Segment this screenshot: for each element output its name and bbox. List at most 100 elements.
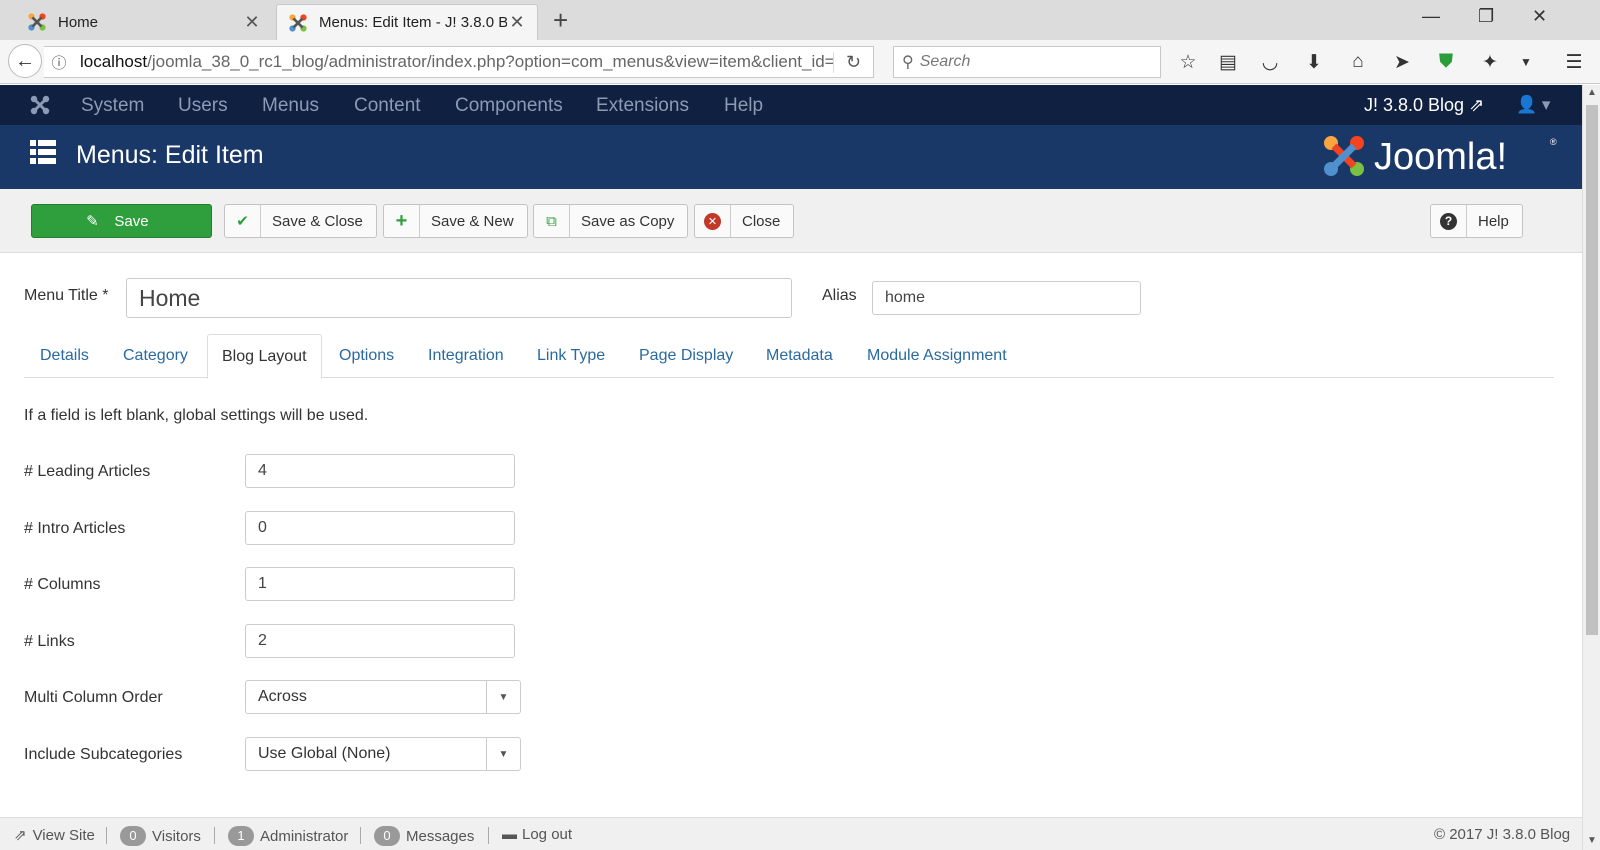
status-divider xyxy=(214,827,215,844)
menu-system[interactable]: System xyxy=(81,95,144,117)
administrator-label: Administrator xyxy=(260,827,349,845)
help-button[interactable]: ? Help xyxy=(1430,204,1523,238)
menu-components[interactable]: Components xyxy=(455,95,563,117)
chevron-down-icon: ▾ xyxy=(1541,95,1551,114)
tab-details[interactable]: Details xyxy=(26,334,103,378)
alias-label: Alias xyxy=(822,287,857,304)
dropdown-icon[interactable]: ▼ xyxy=(1512,48,1540,76)
scrollbar-thumb[interactable] xyxy=(1586,105,1598,635)
status-divider xyxy=(360,827,361,844)
browser-tab-home[interactable]: Home ✕ xyxy=(16,4,272,40)
status-divider xyxy=(106,827,107,844)
save-new-button[interactable]: + Save & New xyxy=(383,204,528,238)
back-button[interactable]: ← xyxy=(8,44,42,78)
status-divider xyxy=(488,827,489,844)
site-info-icon[interactable]: ⓘ xyxy=(44,52,74,73)
tab-category[interactable]: Category xyxy=(109,334,202,378)
address-bar[interactable]: ⓘ localhost/joomla_38_0_rc1_blog/adminis… xyxy=(44,46,874,78)
page-scrollbar[interactable]: ▲ ▼ xyxy=(1582,85,1600,850)
browser-search-input[interactable] xyxy=(919,53,1140,71)
user-menu[interactable]: 👤 ▾ xyxy=(1516,95,1550,115)
hamburger-menu-icon[interactable]: ☰ xyxy=(1560,48,1588,76)
download-icon[interactable]: ⬇ xyxy=(1300,48,1328,76)
leading-articles-input[interactable] xyxy=(245,454,515,488)
question-circle-icon: ? xyxy=(1431,205,1467,237)
star-icon[interactable]: ☆ xyxy=(1174,48,1202,76)
scroll-up-icon[interactable]: ▲ xyxy=(1587,87,1597,98)
reload-icon[interactable]: ↻ xyxy=(833,51,873,73)
plus-icon: + xyxy=(384,205,420,237)
new-tab-button[interactable]: + xyxy=(553,6,568,34)
menu-extensions[interactable]: Extensions xyxy=(596,95,689,117)
messages-status[interactable]: 0 Messages xyxy=(374,826,474,846)
intro-articles-input[interactable] xyxy=(245,511,515,545)
home-icon[interactable]: ⌂ xyxy=(1344,48,1372,76)
admin-top-menu: System Users Menus Content Components Ex… xyxy=(0,85,1582,125)
visitors-count-badge: 0 xyxy=(120,826,146,846)
back-arrow-icon: ← xyxy=(15,49,35,72)
send-icon[interactable]: ➤ xyxy=(1388,48,1416,76)
page-header: Menus: Edit Item Joomla! ® xyxy=(0,125,1582,189)
extension-icon[interactable]: ✦ xyxy=(1476,48,1504,76)
multi-column-order-select[interactable]: Across ▼ xyxy=(245,680,521,714)
tab-options[interactable]: Options xyxy=(325,334,408,378)
alias-input[interactable] xyxy=(872,281,1141,315)
tab-link-type[interactable]: Link Type xyxy=(523,334,619,378)
scroll-down-icon[interactable]: ▼ xyxy=(1587,835,1597,846)
close-tab-icon[interactable]: ✕ xyxy=(507,12,527,33)
joomla-logo-icon[interactable] xyxy=(28,93,52,117)
save-button[interactable]: ✎ Save xyxy=(31,204,212,238)
leading-articles-label: # Leading Articles xyxy=(24,463,151,480)
menu-title-input[interactable] xyxy=(126,278,792,318)
restore-window-button[interactable]: ❐ xyxy=(1478,6,1494,27)
menu-menus[interactable]: Menus xyxy=(262,95,319,117)
copy-icon: ⧉ xyxy=(534,205,570,237)
menu-help[interactable]: Help xyxy=(724,95,763,117)
messages-label: Messages xyxy=(406,827,475,845)
save-copy-label: Save as Copy xyxy=(581,212,675,230)
tab-blog-layout[interactable]: Blog Layout xyxy=(207,334,322,379)
edit-icon: ✎ xyxy=(86,213,99,230)
save-close-button[interactable]: ✔ Save & Close xyxy=(224,204,377,238)
tab-page-display[interactable]: Page Display xyxy=(625,334,747,378)
tab-module-assignment[interactable]: Module Assignment xyxy=(853,334,1021,378)
messages-count-badge: 0 xyxy=(374,826,400,846)
include-subcategories-label: Include Subcategories xyxy=(24,746,183,763)
form-tabs: Details Category Blog Layout Options Int… xyxy=(24,334,1554,379)
minimize-window-button[interactable]: — xyxy=(1422,6,1440,27)
save-as-copy-button[interactable]: ⧉ Save as Copy xyxy=(533,204,689,238)
browser-tab-title: Home xyxy=(58,13,99,31)
menu-content[interactable]: Content xyxy=(354,95,421,117)
administrator-status[interactable]: 1 Administrator xyxy=(228,826,348,846)
browser-tab-edit-item[interactable]: Menus: Edit Item - J! 3.8.0 Blog ✕ xyxy=(276,4,538,40)
reader-icon[interactable]: ▤ xyxy=(1214,48,1242,76)
close-tab-icon[interactable]: ✕ xyxy=(242,12,262,33)
tab-metadata[interactable]: Metadata xyxy=(752,334,847,378)
tab-integration[interactable]: Integration xyxy=(414,334,518,378)
browser-search-box[interactable]: ⚲ xyxy=(893,46,1161,78)
url-path: /joomla_38_0_rc1_blog/administrator/inde… xyxy=(147,52,833,71)
chevron-down-icon: ▼ xyxy=(486,738,520,770)
joomla-favicon-icon xyxy=(289,13,307,32)
links-input[interactable] xyxy=(245,624,515,658)
visitors-status[interactable]: 0 Visitors xyxy=(120,826,201,846)
search-icon: ⚲ xyxy=(902,54,914,71)
view-site-status-link[interactable]: ⇗ View Site xyxy=(14,826,95,845)
columns-input[interactable] xyxy=(245,567,515,601)
logout-link[interactable]: ▬ Log out xyxy=(502,826,572,843)
menu-users[interactable]: Users xyxy=(178,95,228,117)
close-label: Close xyxy=(742,212,781,230)
joomla-favicon-icon xyxy=(28,13,46,31)
pocket-icon[interactable]: ◡ xyxy=(1256,48,1284,76)
view-site-link[interactable]: J! 3.8.0 Blog ⇗ xyxy=(1364,95,1484,116)
shield-icon[interactable]: ⛊ xyxy=(1432,48,1460,76)
close-button[interactable]: ✕ Close xyxy=(694,204,795,238)
include-subcategories-value: Use Global (None) xyxy=(258,745,391,762)
action-toolbar: ✎ Save ✔ Save & Close + Save & New ⧉ Sav… xyxy=(0,189,1582,253)
close-window-button[interactable]: ✕ xyxy=(1532,6,1547,27)
url-text: localhost/joomla_38_0_rc1_blog/administr… xyxy=(74,52,833,72)
include-subcategories-select[interactable]: Use Global (None) ▼ xyxy=(245,737,521,771)
global-settings-note: If a field is left blank, global setting… xyxy=(24,407,369,424)
menu-title-label: Menu Title * xyxy=(24,287,109,304)
save-button-label: Save xyxy=(114,212,149,230)
